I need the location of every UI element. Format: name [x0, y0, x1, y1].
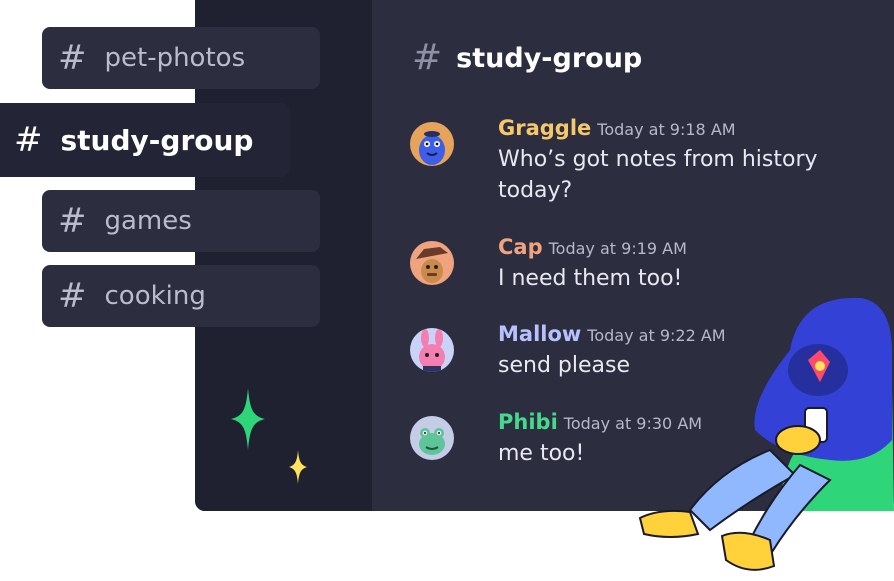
channel-item-cooking[interactable]: # cooking — [42, 265, 320, 327]
message-timestamp: Today at 9:18 AM — [597, 120, 736, 139]
yellow-sparkle-icon — [289, 450, 307, 484]
message-author[interactable]: Mallow — [498, 322, 581, 346]
message-author[interactable]: Phibi — [498, 410, 558, 434]
frog-avatar[interactable] — [410, 416, 454, 460]
channel-item-study-group[interactable]: # study-group — [0, 103, 290, 177]
channel-label: pet-photos — [104, 43, 246, 73]
green-sparkle-icon — [231, 388, 265, 450]
channel-header: # study-group — [412, 40, 642, 76]
message-author[interactable]: Cap — [498, 235, 543, 259]
channel-label: cooking — [104, 281, 206, 311]
hashtag-icon: # — [58, 201, 87, 241]
hashtag-icon: # — [14, 120, 43, 160]
message-timestamp: Today at 9:19 AM — [548, 239, 687, 258]
channel-label: study-group — [60, 123, 254, 157]
hashtag-icon: # — [58, 276, 87, 316]
channel-item-games[interactable]: # games — [42, 190, 320, 252]
channel-title: study-group — [456, 42, 643, 74]
message-text: Who’s got notes from history today? — [498, 147, 818, 203]
message-author[interactable]: Graggle — [498, 116, 591, 140]
channel-label: games — [104, 206, 192, 236]
hashtag-icon: # — [412, 37, 443, 78]
pink-bunny-avatar[interactable] — [410, 328, 454, 372]
blue-creature-avatar[interactable] — [410, 122, 454, 166]
character-illustration — [638, 297, 894, 571]
hashtag-icon: # — [58, 38, 87, 78]
channel-item-pet-photos[interactable]: # pet-photos — [42, 27, 320, 89]
hat-creature-avatar[interactable] — [410, 241, 454, 285]
